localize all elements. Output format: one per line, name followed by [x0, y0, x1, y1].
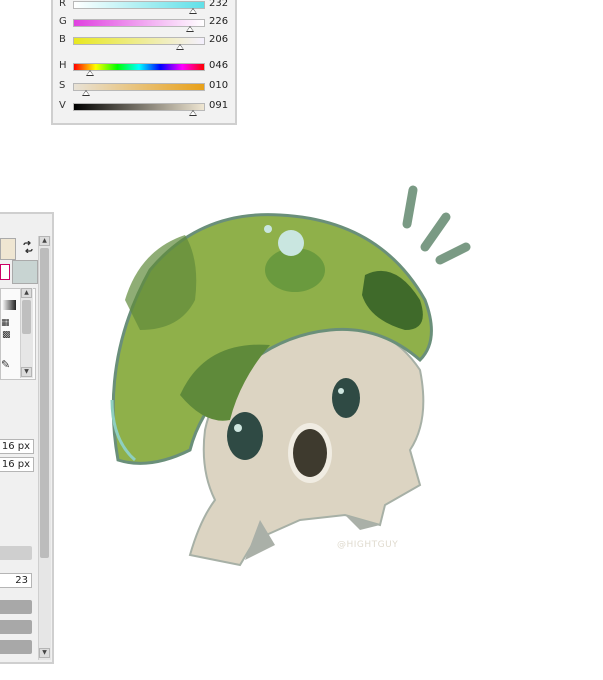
slider-thumb[interactable]	[189, 8, 198, 14]
slider-thumb[interactable]	[86, 70, 95, 76]
slider-h[interactable]: H 046	[53, 59, 239, 76]
color-sliders-panel: R 232 G 226 B 206 H 046 S 010 V 091	[51, 0, 237, 125]
slider-value: 232	[209, 0, 229, 9]
slider-value: 046	[209, 60, 229, 71]
brush-list-scrollbar[interactable]: ▲ ▼	[20, 288, 33, 378]
slider-label: H	[59, 60, 67, 71]
panel-scroll-down-button[interactable]: ▼	[39, 648, 50, 658]
tool-button-2[interactable]	[0, 620, 32, 634]
slider-value: 206	[209, 34, 229, 45]
slider-track[interactable]	[73, 83, 205, 91]
slider-thumb[interactable]	[82, 90, 91, 96]
slider-value: 226	[209, 16, 229, 27]
mushroom-cap	[110, 213, 433, 465]
eyedropper-icon[interactable]: ✎	[1, 358, 10, 371]
brush-preview	[2, 300, 16, 310]
dither-icon[interactable]: ▦	[1, 318, 10, 328]
tool-button-1[interactable]	[0, 600, 32, 614]
slider-label: S	[59, 80, 66, 91]
tool-button-3[interactable]	[0, 640, 32, 654]
primary-color-swatch[interactable]	[0, 238, 16, 260]
slider-r[interactable]: R 232	[53, 0, 239, 14]
scroll-down-button[interactable]: ▼	[21, 367, 32, 377]
panel-scrollbar[interactable]: ▲ ▼	[38, 236, 51, 660]
slider-label: V	[59, 100, 66, 111]
slider-v[interactable]: V 091	[53, 99, 239, 116]
slider-track[interactable]	[73, 1, 205, 9]
brush-width-field[interactable]: 16 px	[0, 439, 34, 454]
slider-thumb[interactable]	[186, 26, 195, 32]
panel-scroll-up-button[interactable]: ▲	[39, 236, 50, 246]
brush-height-field[interactable]: 16 px	[0, 457, 34, 472]
slider-g[interactable]: G 226	[53, 15, 239, 32]
background-color-swatch[interactable]	[0, 264, 10, 280]
slider-track[interactable]	[73, 19, 205, 27]
creature-body	[188, 324, 425, 567]
slider-label: B	[59, 34, 66, 45]
slider-s[interactable]: S 010	[53, 79, 239, 96]
tool-options-panel: ▦ ▩ ✎ ▲ ▼ 16 px 16 px 23 ▲ ▼	[0, 212, 54, 664]
opacity-field[interactable]: 23	[0, 573, 32, 588]
slider-thumb[interactable]	[189, 110, 198, 116]
slider-bar[interactable]	[0, 546, 32, 560]
panel-scroll-thumb[interactable]	[40, 248, 49, 558]
secondary-color-swatch[interactable]	[12, 260, 38, 284]
pattern-icon[interactable]: ▩	[2, 330, 11, 340]
slider-track[interactable]	[73, 103, 205, 111]
slider-label: R	[59, 0, 66, 9]
slider-b[interactable]: B 206	[53, 33, 239, 50]
artist-signature: @HIGHTGUY	[337, 540, 399, 550]
slider-thumb[interactable]	[175, 44, 184, 50]
slider-value: 091	[209, 100, 229, 111]
slider-label: G	[59, 16, 67, 27]
scroll-thumb[interactable]	[22, 300, 31, 334]
motion-lines	[402, 185, 471, 265]
swap-colors-icon[interactable]	[22, 238, 34, 254]
scroll-up-button[interactable]: ▲	[21, 288, 32, 298]
slider-value: 010	[209, 80, 229, 91]
slider-track[interactable]	[73, 37, 205, 45]
